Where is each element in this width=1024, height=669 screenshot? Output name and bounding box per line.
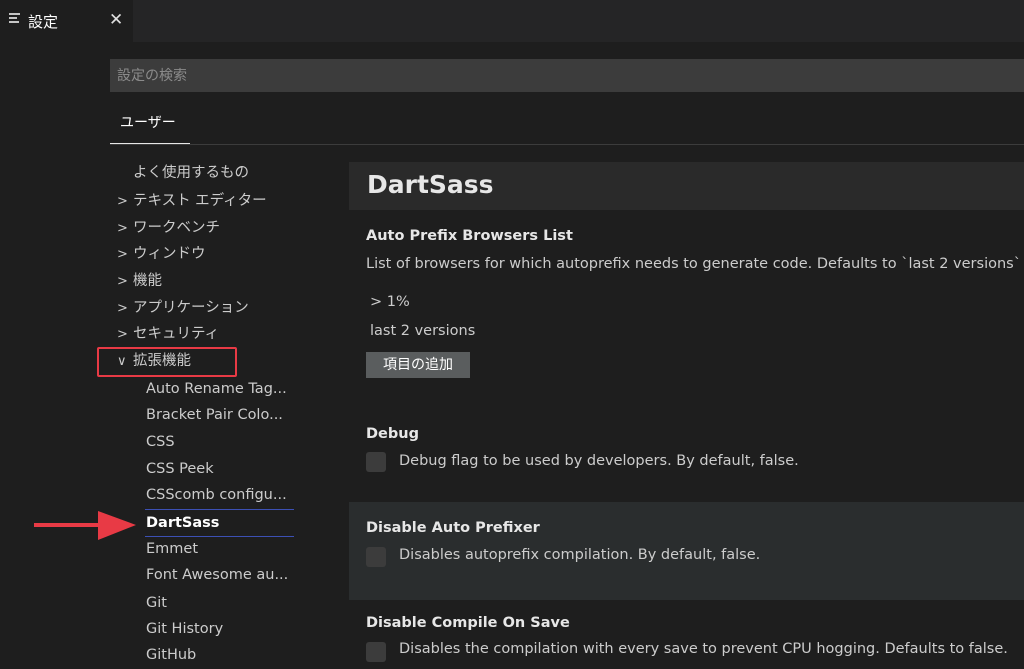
toc-ext-css[interactable]: CSS [100, 429, 295, 455]
toc-ext-github[interactable]: GitHub [100, 642, 295, 668]
toc-item-label: テキスト エディター [133, 193, 267, 209]
setting-title: Debug [366, 426, 419, 442]
setting-description: List of browsers for which autoprefix ne… [366, 256, 1021, 272]
chevron-right-icon: > [117, 301, 128, 316]
setting-disable-auto-prefixer: Disable Auto Prefixer Disables autoprefi… [349, 502, 1024, 600]
toc-ext-css-peek[interactable]: CSS Peek [100, 456, 295, 482]
list-item[interactable]: last 2 versions [370, 323, 475, 339]
debug-checkbox[interactable] [366, 452, 386, 472]
list-item[interactable]: > 1% [370, 294, 410, 310]
toc-item-label: セキュリティ [133, 326, 220, 342]
close-icon[interactable]: ✕ [109, 10, 123, 30]
settings-search-input[interactable] [110, 59, 1024, 92]
setting-description: Disables autoprefix compilation. By defa… [399, 547, 761, 563]
setting-description: Debug flag to be used by developers. By … [399, 453, 799, 469]
settings-tab[interactable]: 設定 ✕ [0, 0, 133, 42]
chevron-right-icon: > [117, 274, 128, 289]
toc-ext-auto-rename-tag[interactable]: Auto Rename Tag... [100, 376, 295, 402]
setting-title: Disable Compile On Save [366, 615, 570, 631]
selection-border-bottom [145, 536, 294, 537]
toc-item-label: ワークベンチ [133, 220, 220, 236]
toc-ext-font-awesome[interactable]: Font Awesome au... [100, 562, 295, 588]
annotation-highlight-box [97, 347, 237, 377]
chevron-right-icon: > [117, 247, 128, 262]
setting-title: Auto Prefix Browsers List [366, 228, 573, 244]
setting-description: Disables the compilation with every save… [399, 641, 1008, 657]
toc-ext-bracket-pair-colorizer[interactable]: Bracket Pair Colo... [100, 402, 295, 428]
section-title: DartSass [367, 170, 494, 199]
toc-item-application[interactable]: > アプリケーション [100, 295, 312, 321]
editor-tab-bar: 設定 ✕ [0, 0, 1024, 42]
toc-ext-csscomb[interactable]: CSScomb configu... [100, 482, 295, 508]
annotation-arrow-icon [34, 511, 136, 540]
chevron-right-icon: > [117, 327, 128, 342]
toc-ext-git[interactable]: Git [100, 590, 295, 616]
toc-item-label: 機能 [133, 273, 162, 289]
section-header: DartSass [349, 162, 1024, 210]
toc-item-workbench[interactable]: > ワークベンチ [100, 215, 312, 241]
disable-compile-on-save-checkbox[interactable] [366, 642, 386, 662]
setting-auto-prefix-browsers-list: Auto Prefix Browsers List List of browse… [349, 216, 1024, 386]
toc-item-window[interactable]: > ウィンドウ [100, 241, 312, 267]
toc-item-features[interactable]: > 機能 [100, 268, 312, 294]
chevron-right-icon: > [117, 194, 128, 209]
add-item-button[interactable]: 項目の追加 [366, 352, 470, 378]
toc-ext-git-history[interactable]: Git History [100, 616, 295, 642]
toc-item-label: ウィンドウ [133, 246, 206, 262]
setting-disable-compile-on-save: Disable Compile On Save Disables the com… [349, 602, 1024, 669]
toc-item-label: よく使用するもの [133, 165, 249, 181]
toc-item-label: アプリケーション [133, 300, 249, 316]
selection-border-top [145, 509, 294, 510]
settings-list-icon [9, 13, 21, 25]
setting-title: Disable Auto Prefixer [366, 520, 540, 536]
setting-debug: Debug Debug flag to be used by developer… [349, 408, 1024, 488]
toc-item-text-editor[interactable]: > テキスト エディター [100, 188, 312, 214]
disable-auto-prefixer-checkbox[interactable] [366, 547, 386, 567]
scope-divider [110, 144, 1024, 145]
settings-tab-label: 設定 [28, 13, 59, 31]
toc-item-security[interactable]: > セキュリティ [100, 321, 312, 347]
toc-item-commonly-used[interactable]: よく使用するもの [100, 160, 312, 186]
settings-content: DartSass Auto Prefix Browsers List List … [349, 162, 1024, 669]
chevron-right-icon: > [117, 221, 128, 236]
tab-user-settings[interactable]: ユーザー [110, 112, 190, 144]
